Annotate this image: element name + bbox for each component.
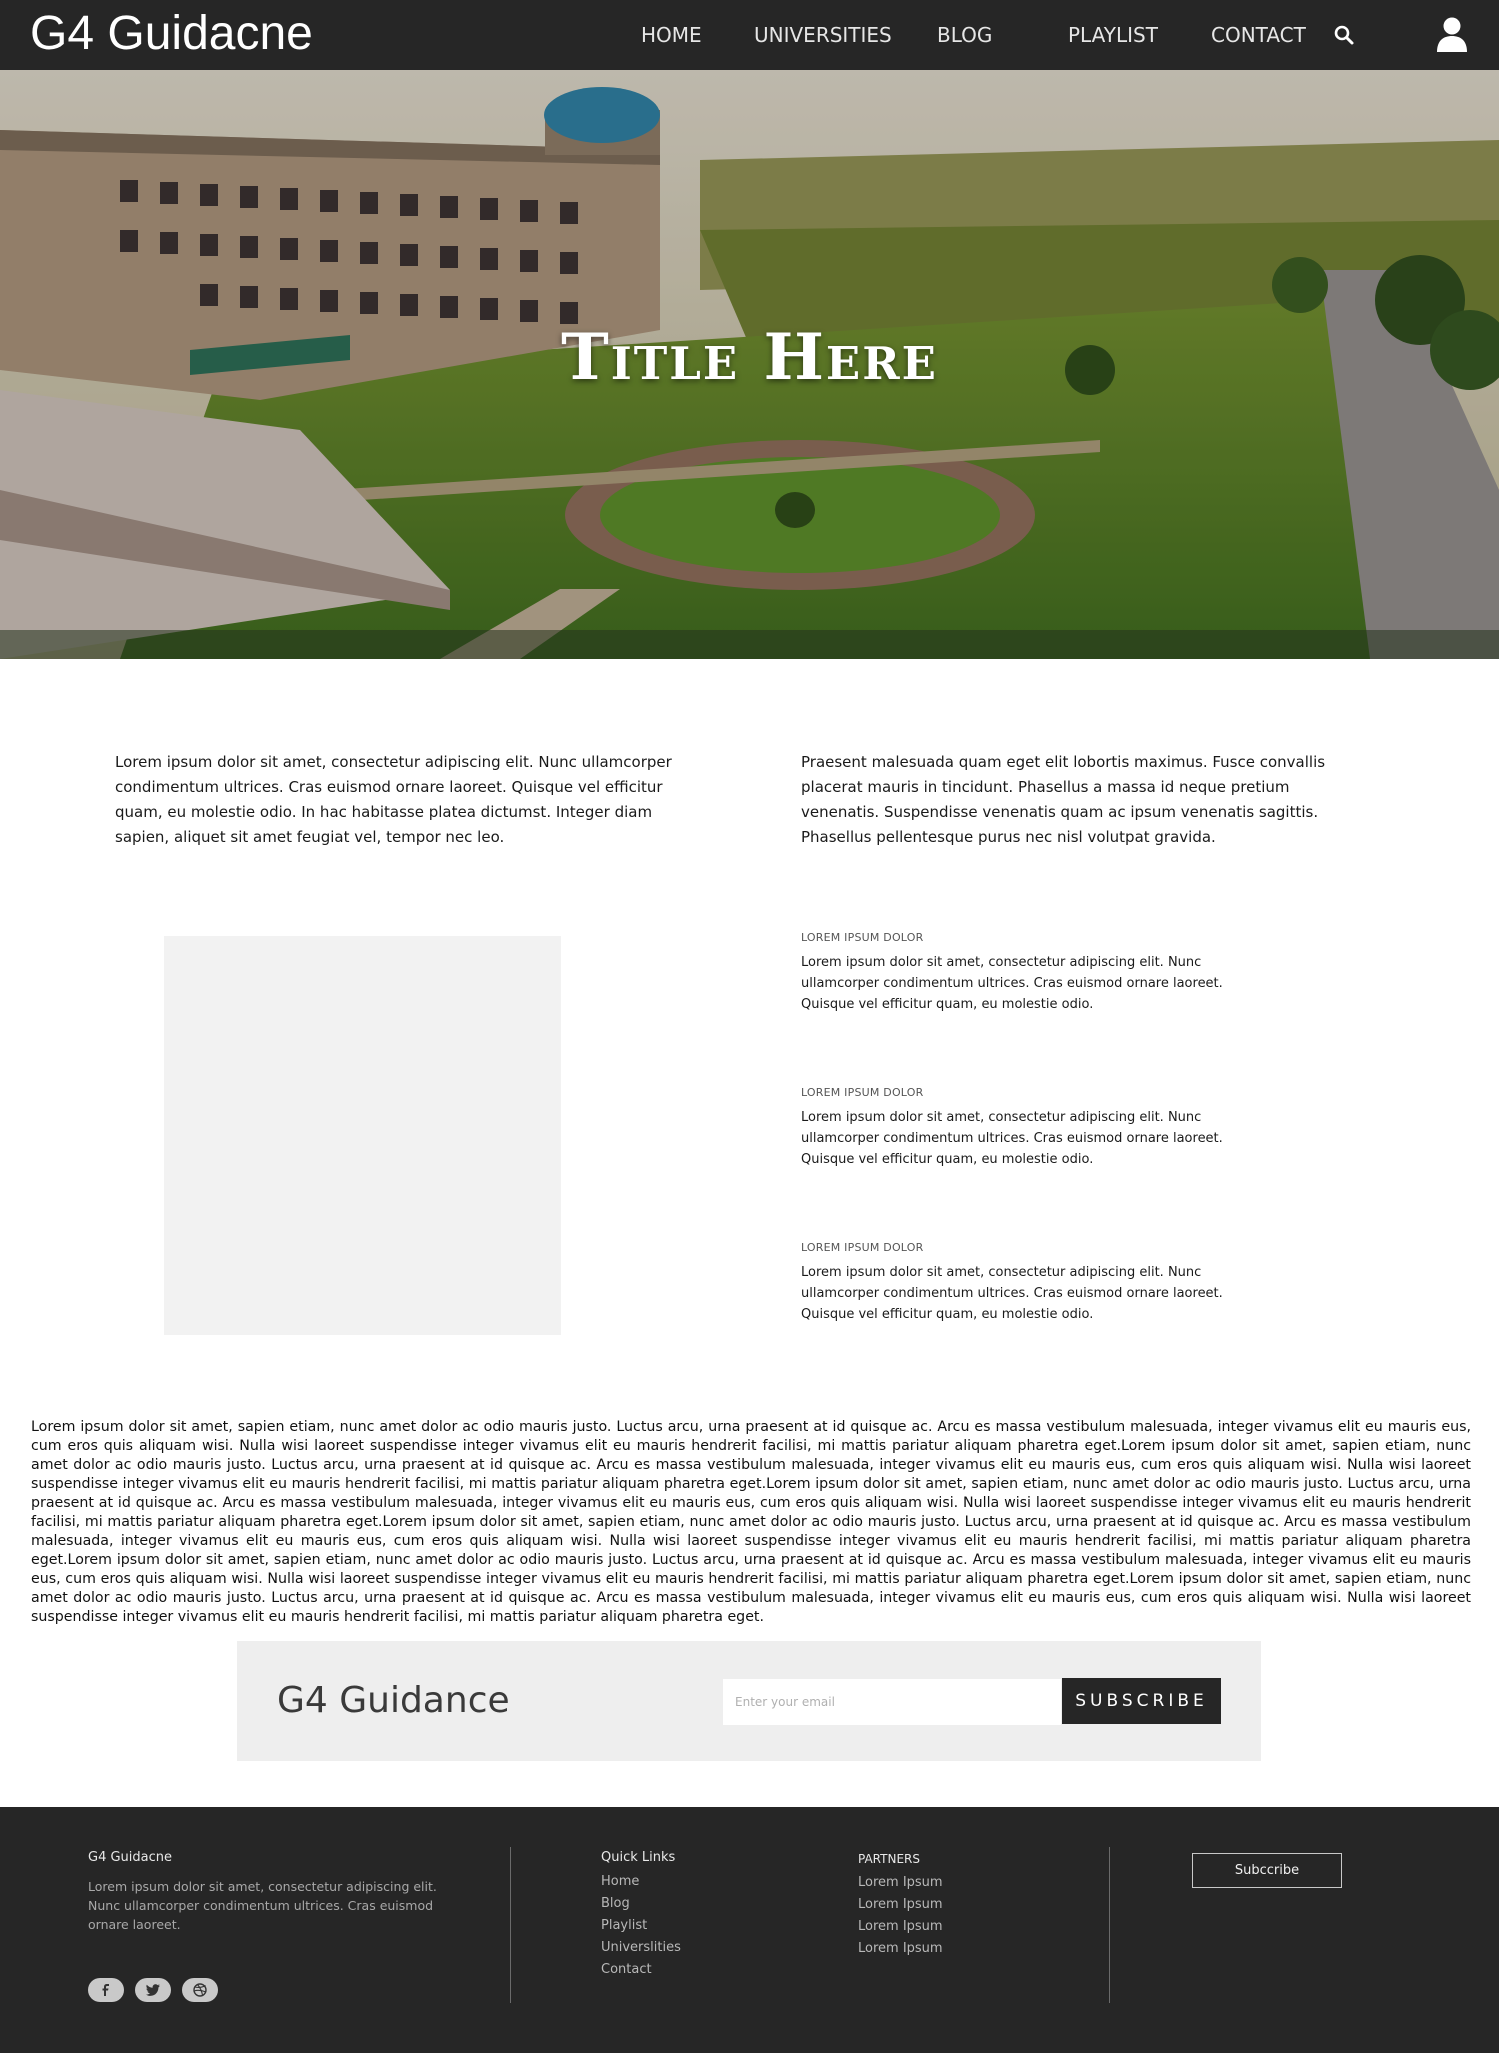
feature-title: LOREM IPSUM DOLOR (801, 931, 924, 944)
user-icon[interactable] (1436, 16, 1468, 52)
quick-links-title: Quick Links (601, 1850, 676, 1865)
twitter-icon[interactable] (135, 1978, 171, 2002)
nav-home[interactable]: HOME (641, 22, 702, 48)
partners-title: PARTNERS (858, 1852, 920, 1866)
banner-title: G4 Guidance (277, 1680, 510, 1721)
feature-text: Lorem ipsum dolor sit amet, consectetur … (801, 1110, 1223, 1167)
footer-link-playlist[interactable]: Playlist (601, 1917, 647, 1935)
feature-item: LOREM IPSUM DOLOR Lorem ipsum dolor sit … (801, 1085, 1231, 1170)
footer-link-contact[interactable]: Contact (601, 1961, 652, 1979)
nav-contact[interactable]: CONTACT (1211, 22, 1306, 48)
footer-brand: G4 Guidacne (88, 1850, 173, 1865)
subscribe-button[interactable]: SUBSCRIBE (1062, 1678, 1221, 1724)
search-icon[interactable] (1333, 24, 1355, 46)
feature-item: LOREM IPSUM DOLOR Lorem ipsum dolor sit … (801, 1240, 1231, 1325)
brand-logo[interactable]: G4 Guidacne (30, 6, 313, 62)
feature-text: Lorem ipsum dolor sit amet, consectetur … (801, 955, 1223, 1012)
facebook-icon[interactable] (88, 1978, 124, 2002)
nav-universities[interactable]: UNIVERSITIES (754, 22, 892, 48)
footer-link-blog[interactable]: Blog (601, 1895, 630, 1913)
intro-paragraph-left: Lorem ipsum dolor sit amet, consectetur … (115, 753, 672, 846)
footer-link-home[interactable]: Home (601, 1873, 639, 1891)
email-input[interactable] (723, 1679, 1061, 1725)
dribbble-icon[interactable] (182, 1978, 218, 2002)
feature-title: LOREM IPSUM DOLOR (801, 1241, 924, 1254)
intro-paragraph-right: Praesent malesuada quam eget elit lobort… (801, 753, 1326, 846)
feature-item: LOREM IPSUM DOLOR Lorem ipsum dolor sit … (801, 930, 1231, 1015)
footer-subscribe-button[interactable]: Subccribe (1192, 1853, 1342, 1888)
feature-title: LOREM IPSUM DOLOR (801, 1086, 924, 1099)
subscribe-banner: G4 Guidance SUBSCRIBE (237, 1641, 1261, 1761)
partner-link[interactable]: Lorem Ipsum (858, 1918, 943, 1936)
top-navbar: G4 Guidacne HOME UNIVERSITIES BLOG PLAYL… (0, 0, 1499, 70)
nav-blog[interactable]: BLOG (937, 22, 992, 48)
partner-link[interactable]: Lorem Ipsum (858, 1896, 943, 1914)
footer-link-universities[interactable]: Universlities (601, 1939, 681, 1957)
nav-playlist[interactable]: PLAYLIST (1068, 22, 1158, 48)
footer-divider (1109, 1847, 1110, 2003)
image-placeholder (164, 936, 561, 1335)
partner-link[interactable]: Lorem Ipsum (858, 1940, 943, 1958)
long-paragraph: Lorem ipsum dolor sit amet, sapien etiam… (31, 1419, 1471, 1625)
feature-text: Lorem ipsum dolor sit amet, consectetur … (801, 1265, 1223, 1322)
footer-divider (510, 1847, 511, 2003)
hero-title: Title Here (561, 320, 938, 395)
hero-banner: Title Here (0, 70, 1499, 659)
partner-link[interactable]: Lorem Ipsum (858, 1874, 943, 1892)
footer-description: Lorem ipsum dolor sit amet, consectetur … (88, 1879, 437, 1932)
